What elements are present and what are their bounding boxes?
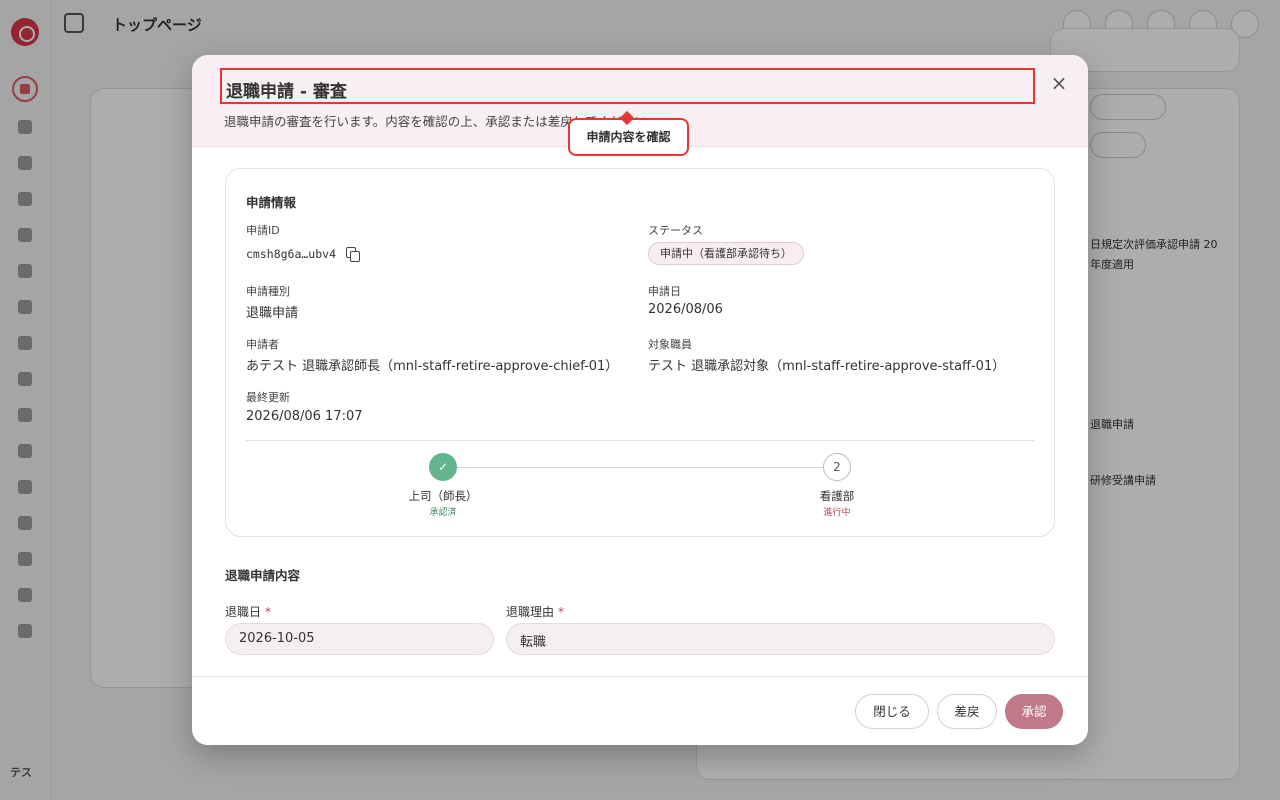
form-section-title: 退職申請内容 xyxy=(225,568,301,583)
last-updated-value: 2026/08/06 17:07 xyxy=(246,409,363,424)
status-badge: 申請中（看護部承認待ち） xyxy=(648,242,804,265)
target-staff-label: 対象職員 xyxy=(648,338,692,351)
dialog-footer: 閉じる 差戻 承認 xyxy=(192,676,1088,745)
last-updated-label: 最終更新 xyxy=(246,391,290,404)
required-mark: * xyxy=(265,605,272,619)
approve-button[interactable]: 承認 xyxy=(1005,694,1063,729)
copy-icon[interactable] xyxy=(346,247,360,262)
progress-connector xyxy=(457,467,837,468)
applicant-value: あテスト 退職承認師長（mnl-staff-retire-approve-chi… xyxy=(246,359,619,374)
applicant-label: 申請者 xyxy=(246,338,279,351)
target-staff-value: テスト 退職承認対象（mnl-staff-retire-approve-staf… xyxy=(648,359,1006,374)
dialog-body: 申請情報 申請ID cmsh8g6a…ubv4 ステータス 申請中（看護部承認待… xyxy=(192,147,1088,677)
request-id-label: 申請ID xyxy=(246,224,280,237)
dialog-title-highlight: 退職申請 - 審査 xyxy=(220,68,1035,104)
request-date-value: 2026/08/06 xyxy=(648,302,723,317)
dialog-title: 退職申請 - 審査 xyxy=(226,82,347,102)
retire-reason-field[interactable]: 転職 xyxy=(506,623,1055,655)
request-type-label: 申請種別 xyxy=(246,285,290,298)
dialog-header: 退職申請 - 審査 × 退職申請の審査を行います。内容を確認の上、承認または差戻… xyxy=(192,55,1088,156)
step-2-number: 2 xyxy=(823,453,851,481)
review-dialog: 退職申請 - 審査 × 退職申請の審査を行います。内容を確認の上、承認または差戻… xyxy=(192,55,1088,745)
step-2-label: 看護部 xyxy=(819,489,855,503)
step-1-status: 承認済 xyxy=(429,508,457,518)
retire-reason-label: 退職理由 * xyxy=(506,605,565,619)
request-info-card: 申請情報 申請ID cmsh8g6a…ubv4 ステータス 申請中（看護部承認待… xyxy=(225,168,1055,537)
info-card-divider xyxy=(246,440,1034,441)
request-date-label: 申請日 xyxy=(648,285,681,298)
step-2-status: 進行中 xyxy=(823,508,851,518)
retire-date-label: 退職日 * xyxy=(225,605,272,619)
return-button[interactable]: 差戻 xyxy=(937,694,997,729)
required-mark: * xyxy=(558,605,565,619)
retire-date-field[interactable]: 2026-10-05 xyxy=(225,623,494,655)
step-1-check-icon: ✓ xyxy=(429,453,457,481)
step-1-label: 上司（師長） xyxy=(408,489,478,503)
status-label: ステータス xyxy=(648,224,703,237)
info-card-title: 申請情報 xyxy=(246,195,297,210)
request-id-value: cmsh8g6a…ubv4 xyxy=(246,247,337,261)
close-icon[interactable]: × xyxy=(1048,72,1070,94)
request-type-value: 退職申請 xyxy=(246,306,299,321)
close-button[interactable]: 閉じる xyxy=(855,694,929,729)
